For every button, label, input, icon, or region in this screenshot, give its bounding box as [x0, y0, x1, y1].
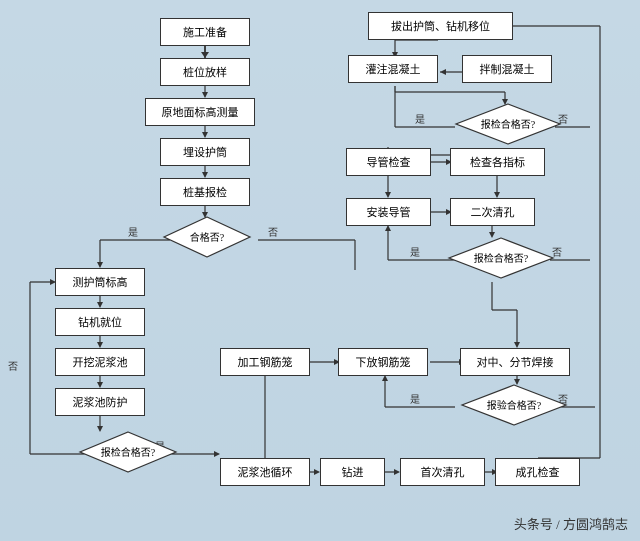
box-pile-layout: 桩位放样 — [160, 58, 250, 86]
box-check-indicators: 检查各指标 — [450, 148, 545, 176]
box-hole-check: 成孔检查 — [495, 458, 580, 486]
diamond-check2: 报检合格否? — [454, 102, 562, 146]
box-pour-concrete: 灌注混凝土 — [348, 55, 438, 83]
box-make-cage: 加工钢筋笼 — [220, 348, 310, 376]
svg-text:报验合格否?: 报验合格否? — [487, 399, 542, 412]
watermark: 头条号 / 方圆鸿鹄志 — [514, 514, 628, 533]
box-mud-cycle: 泥浆池循环 — [220, 458, 310, 486]
box-pull-casing: 拔出护筒、钻机移位 — [368, 12, 513, 40]
box-elevation-survey: 原地面标高测量 — [145, 98, 255, 126]
box-guide-check: 导管检查 — [346, 148, 431, 176]
yes-label1: 是 — [128, 227, 138, 239]
diamond-check4: 报验合格否? — [460, 383, 568, 427]
yes-label3: 是 — [410, 247, 420, 259]
box-construction-prep: 施工准备 — [160, 18, 250, 46]
no-label5: 否 — [8, 361, 18, 373]
diamond-check5: 报检合格否? — [78, 430, 178, 474]
box-install-guide: 安装导管 — [346, 198, 431, 226]
flowchart-diagram: 是 否 否 是 — [0, 0, 640, 541]
svg-text:报检合格否?: 报检合格否? — [101, 446, 156, 459]
yes-label2: 是 — [415, 114, 425, 126]
box-mix-concrete: 拌制混凝土 — [462, 55, 552, 83]
svg-text:报检合格否?: 报检合格否? — [481, 118, 536, 131]
box-weld-join: 对中、分节焊接 — [460, 348, 570, 376]
box-drill: 钻进 — [320, 458, 385, 486]
box-lower-cage: 下放钢筋笼 — [338, 348, 428, 376]
svg-text:报检合格否?: 报检合格否? — [474, 252, 529, 265]
diamond-check3: 报检合格否? — [447, 236, 555, 280]
yes-label4: 是 — [410, 394, 420, 406]
box-measure-casing: 测护筒标高 — [55, 268, 145, 296]
box-second-clean: 二次清孔 — [450, 198, 535, 226]
no-label1: 否 — [268, 227, 278, 239]
svg-text:合格否?: 合格否? — [190, 231, 225, 244]
box-pile-inspection: 桩基报检 — [160, 178, 250, 206]
diamond-qualified: 合格否? — [162, 215, 252, 259]
box-drill-position: 钻机就位 — [55, 308, 145, 336]
box-dig-mud-pool: 开挖泥浆池 — [55, 348, 145, 376]
box-set-casing: 埋设护筒 — [160, 138, 250, 166]
box-first-clean: 首次清孔 — [400, 458, 485, 486]
box-mud-protection: 泥浆池防护 — [55, 388, 145, 416]
